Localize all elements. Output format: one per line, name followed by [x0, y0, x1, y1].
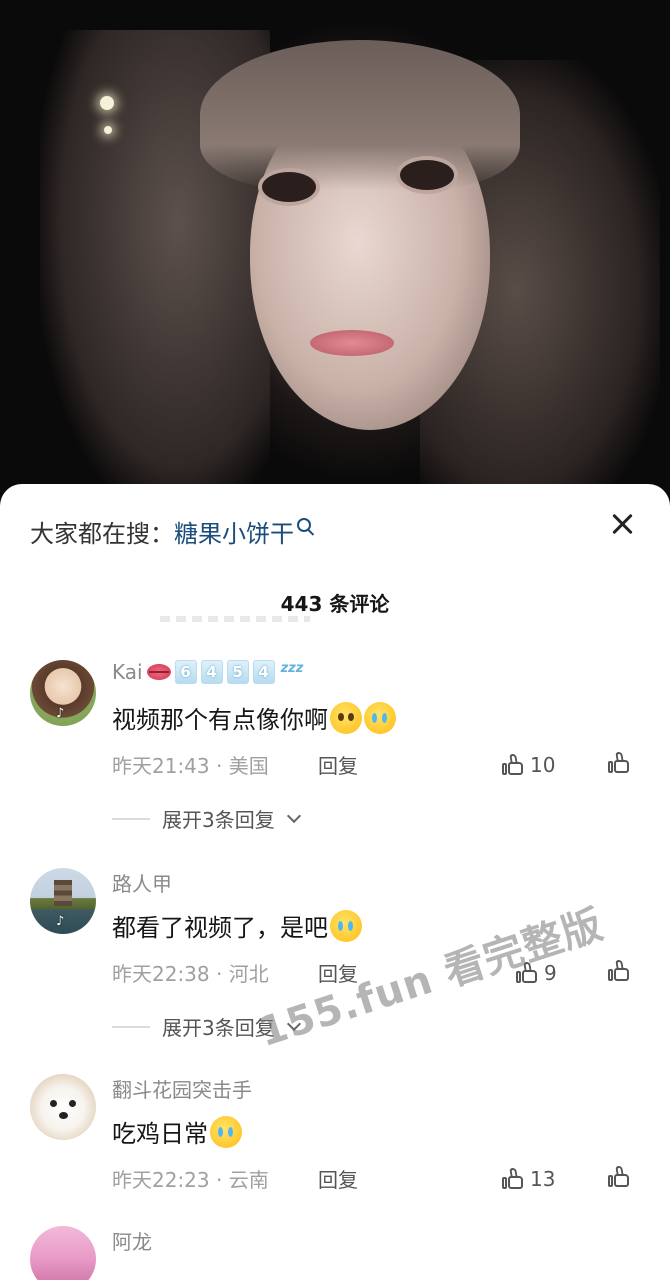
- comment-count: 443 条评论: [280, 592, 390, 616]
- username-row: Kai 6 4 5 4 zzz: [112, 660, 303, 684]
- username-row: 阿龙: [112, 1226, 152, 1255]
- video-bangs: [200, 40, 520, 190]
- like-count: 10: [530, 753, 556, 777]
- expand-replies-button[interactable]: 展开3条回复: [112, 804, 301, 833]
- avatar[interactable]: ♪: [30, 868, 96, 934]
- expand-divider: [112, 1025, 150, 1028]
- username[interactable]: 路人甲: [112, 868, 172, 897]
- pleading-face-icon: [330, 701, 362, 734]
- dislike-button[interactable]: [608, 960, 634, 986]
- lips-icon: [146, 664, 171, 680]
- comment-text: 视频那个有点像你啊: [112, 706, 328, 734]
- sleep-icon: zzz: [280, 660, 304, 676]
- rolling-laughing-icon: [330, 909, 362, 942]
- comment-time-location: 昨天22:38 · 河北: [112, 962, 269, 986]
- close-icon: [611, 513, 633, 535]
- avatar[interactable]: [30, 1226, 96, 1280]
- like-count: 13: [530, 1167, 556, 1191]
- video-lips: [310, 330, 394, 356]
- level-badge: 5: [226, 660, 249, 684]
- level-badge: 4: [252, 660, 275, 684]
- video-eye-left: [262, 172, 316, 202]
- comment-meta: 昨天22:23 · 云南 回复 13: [112, 1164, 632, 1194]
- video-light: [100, 96, 114, 110]
- pagoda-image: [54, 880, 72, 906]
- comment-meta: 昨天21:43 · 美国 回复 10: [112, 750, 632, 780]
- like-button[interactable]: 10: [502, 750, 572, 780]
- header-divider: [160, 616, 310, 622]
- crying-face-icon: [210, 1115, 242, 1148]
- username[interactable]: Kai: [112, 660, 143, 684]
- comment-time-location: 昨天21:43 · 美国: [112, 754, 269, 778]
- video-player[interactable]: [0, 0, 670, 500]
- tiktok-icon: ♪: [56, 706, 65, 721]
- video-light: [104, 126, 112, 134]
- comment-text-row: 吃鸡日常: [112, 1114, 242, 1149]
- username-row: 路人甲: [112, 868, 172, 897]
- thumbs-up-icon: [502, 754, 524, 776]
- chevron-down-icon: [286, 808, 301, 823]
- dislike-button[interactable]: [608, 752, 634, 778]
- comment-text: 吃鸡日常: [112, 1120, 208, 1148]
- level-badge: 6: [174, 660, 197, 684]
- comment-text: 都看了视频了，是吧: [112, 914, 328, 942]
- like-button[interactable]: 13: [502, 1164, 572, 1194]
- dog-eye: [69, 1100, 76, 1107]
- video-eye-right: [400, 160, 454, 190]
- username-row: 翻斗花园突击手: [112, 1074, 252, 1103]
- expand-divider: [112, 817, 150, 820]
- username[interactable]: 阿龙: [112, 1226, 152, 1255]
- dog-eye: [50, 1100, 57, 1107]
- reply-button[interactable]: 回复: [318, 1164, 358, 1193]
- reply-button[interactable]: 回复: [318, 750, 358, 779]
- thumbs-up-icon: [502, 1168, 524, 1190]
- avatar[interactable]: ♪: [30, 660, 96, 726]
- close-button[interactable]: [604, 506, 640, 542]
- search-suggestion[interactable]: 大家都在搜： 糖果小饼干: [30, 514, 311, 548]
- avatar[interactable]: [30, 1074, 96, 1140]
- comment-text-row: 都看了视频了，是吧: [112, 908, 362, 943]
- comment-time-location: 昨天22:23 · 云南: [112, 1168, 269, 1192]
- comments-sheet: 大家都在搜： 糖果小饼干 443 条评论 ♪ Kai 6 4 5 4 zzz 视…: [0, 484, 670, 1280]
- username[interactable]: 翻斗花园突击手: [112, 1074, 252, 1103]
- tiktok-icon: ♪: [56, 914, 65, 929]
- comment-text-row: 视频那个有点像你啊: [112, 700, 396, 735]
- level-badge: 4: [200, 660, 223, 684]
- search-icon: [297, 518, 311, 532]
- search-suggestion-term[interactable]: 糖果小饼干: [174, 514, 294, 549]
- crying-face-icon: [364, 701, 396, 734]
- expand-replies-label: 展开3条回复: [162, 808, 275, 832]
- dog-nose: [59, 1112, 68, 1119]
- search-suggestion-prefix: 大家都在搜：: [30, 519, 174, 548]
- dislike-button[interactable]: [608, 1166, 634, 1192]
